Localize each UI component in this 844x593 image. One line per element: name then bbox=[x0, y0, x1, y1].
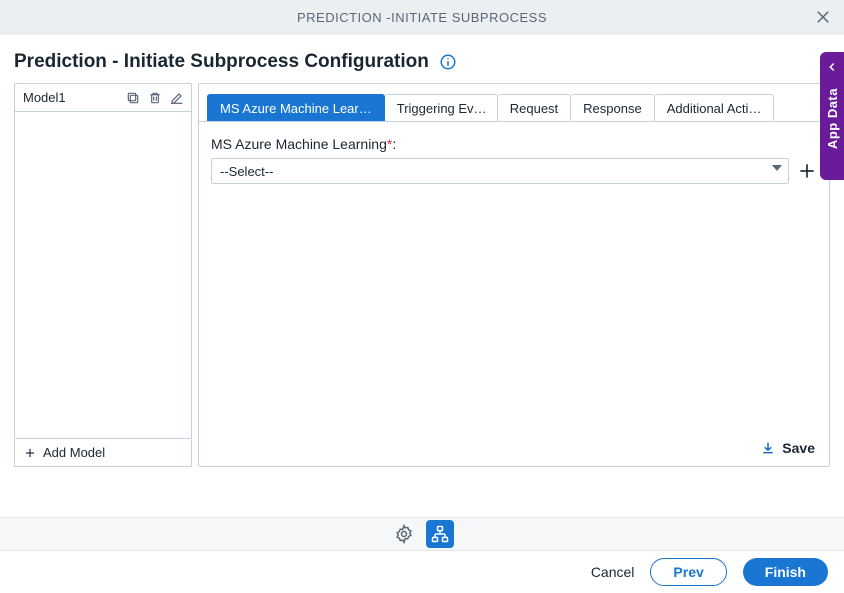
app-data-panel-toggle[interactable]: App Data bbox=[820, 52, 844, 180]
app-data-label: App Data bbox=[825, 88, 840, 149]
bottom-toolbar bbox=[0, 517, 844, 551]
model-list: Model1 bbox=[14, 83, 192, 439]
ml-select[interactable]: --Select-- bbox=[211, 158, 789, 184]
finish-button[interactable]: Finish bbox=[743, 558, 828, 586]
model-item[interactable]: Model1 bbox=[15, 84, 191, 112]
cancel-button[interactable]: Cancel bbox=[591, 564, 635, 580]
edit-icon[interactable] bbox=[169, 90, 185, 106]
delete-icon[interactable] bbox=[147, 90, 163, 106]
add-ml-button[interactable] bbox=[797, 161, 817, 181]
save-label: Save bbox=[782, 440, 815, 456]
model-name: Model1 bbox=[23, 90, 125, 105]
tab-request[interactable]: Request bbox=[498, 94, 571, 121]
tab-triggering-events[interactable]: Triggering Ev… bbox=[385, 94, 498, 121]
info-icon[interactable] bbox=[439, 53, 457, 71]
save-button[interactable]: Save bbox=[760, 440, 815, 456]
add-model-label: Add Model bbox=[43, 445, 105, 460]
plus-icon bbox=[797, 161, 817, 181]
ml-select-value: --Select-- bbox=[220, 164, 273, 179]
dialog-title: PREDICTION -INITIATE SUBPROCESS bbox=[297, 10, 547, 25]
chevron-left-icon bbox=[825, 60, 839, 74]
tab-additional-actions[interactable]: Additional Acti… bbox=[655, 94, 775, 121]
settings-icon[interactable] bbox=[390, 520, 418, 548]
plus-icon bbox=[23, 446, 37, 460]
prev-button[interactable]: Prev bbox=[650, 558, 726, 586]
copy-icon[interactable] bbox=[125, 90, 141, 106]
tab-response[interactable]: Response bbox=[571, 94, 655, 121]
download-icon bbox=[760, 440, 776, 456]
tabs: MS Azure Machine Lear… Triggering Ev… Re… bbox=[199, 84, 829, 122]
page-title: Prediction - Initiate Subprocess Configu… bbox=[14, 51, 429, 73]
close-icon[interactable] bbox=[814, 8, 832, 31]
diagram-icon[interactable] bbox=[426, 520, 454, 548]
tab-ms-azure[interactable]: MS Azure Machine Lear… bbox=[207, 94, 385, 121]
add-model-button[interactable]: Add Model bbox=[14, 439, 192, 467]
chevron-down-icon bbox=[772, 165, 782, 171]
ml-field-label: MS Azure Machine Learning*: bbox=[211, 136, 817, 152]
